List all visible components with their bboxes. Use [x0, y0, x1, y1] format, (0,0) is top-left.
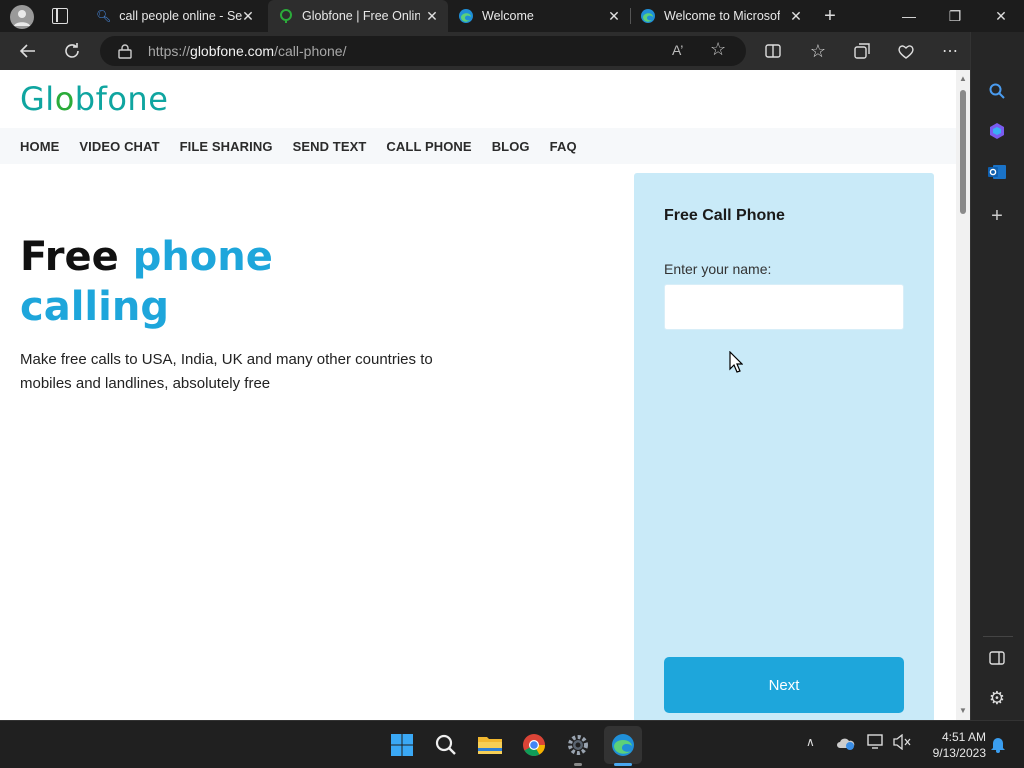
nav-blog[interactable]: BLOG	[492, 139, 530, 154]
hero-title: Free phone calling	[20, 232, 340, 332]
minimize-icon[interactable]: —	[886, 0, 932, 32]
logo-text: o	[54, 80, 75, 118]
restore-icon[interactable]: ❐	[932, 0, 978, 32]
system-clock[interactable]: 4:51 AM 9/13/2023	[916, 729, 986, 761]
tab-welcome[interactable]: Welcome ✕	[450, 0, 630, 32]
close-icon[interactable]: ✕	[788, 8, 804, 24]
search-icon: 🔍︎	[96, 9, 112, 23]
scrollbar-thumb[interactable]	[960, 90, 966, 214]
clock-time: 4:51 AM	[941, 730, 986, 744]
hero-title-blue: phone	[132, 234, 273, 280]
close-icon[interactable]: ✕	[240, 8, 256, 24]
settings-gear-icon[interactable]	[562, 729, 594, 761]
tab-divider	[630, 8, 631, 24]
main-nav: HOME VIDEO CHAT FILE SHARING SEND TEXT C…	[0, 128, 956, 164]
network-icon[interactable]	[867, 734, 885, 755]
tab-label: Welcome	[482, 9, 534, 23]
logo-text: bfone	[74, 80, 169, 118]
browser-essentials-icon[interactable]	[891, 36, 921, 66]
web-page: Globfone HOME VIDEO CHAT FILE SHARING SE…	[0, 70, 956, 720]
hide-sidebar-icon[interactable]	[983, 644, 1011, 672]
scroll-down-icon[interactable]: ▼	[959, 706, 967, 715]
scroll-up-icon[interactable]: ▲	[959, 74, 967, 83]
logo-text: Gl	[20, 80, 55, 118]
close-icon[interactable]: ✕	[424, 8, 440, 24]
onedrive-icon[interactable]	[836, 735, 856, 756]
sidebar-divider	[983, 636, 1013, 637]
search-icon[interactable]	[430, 729, 462, 761]
browser-toolbar: https://globfone.com/call-phone/ A’ ☆ ☆ …	[0, 32, 1024, 70]
edge-icon	[459, 9, 473, 23]
read-aloud-icon[interactable]: A’	[672, 42, 683, 58]
refresh-icon[interactable]	[57, 36, 87, 66]
window-close-icon[interactable]: ✕	[978, 0, 1024, 32]
chrome-icon[interactable]	[518, 729, 550, 761]
windows-taskbar: ∧ 4:51 AM 9/13/2023	[0, 720, 1024, 768]
notification-bell-icon[interactable]	[990, 735, 1006, 758]
edge-icon[interactable]	[604, 726, 642, 764]
close-icon[interactable]: ✕	[606, 8, 622, 24]
volume-muted-icon[interactable]	[893, 733, 911, 755]
page-scrollbar[interactable]: ▲ ▼	[956, 70, 970, 720]
browser-tab-bar: 🔍︎ call people online - Se ✕ Globfone | …	[0, 0, 1024, 34]
split-screen-icon[interactable]	[758, 36, 788, 66]
name-input[interactable]	[664, 284, 904, 330]
clock-date: 9/13/2023	[932, 746, 986, 760]
profile-avatar[interactable]	[10, 5, 34, 29]
hero-title-blue: calling	[20, 284, 169, 330]
edge-sidebar: + ⚙	[970, 32, 1024, 720]
more-options-icon[interactable]: ⋯	[935, 36, 965, 66]
tab-label: Welcome to Microsoft	[664, 9, 780, 23]
globfone-logo[interactable]: Globfone	[20, 80, 168, 118]
active-app-indicator	[614, 763, 632, 766]
nav-home[interactable]: HOME	[20, 139, 59, 154]
outlook-icon[interactable]	[983, 158, 1011, 186]
show-hidden-icons-chevron-up-icon[interactable]: ∧	[806, 735, 815, 749]
tab-label: Globfone | Free Online	[302, 9, 420, 23]
search-icon[interactable]	[983, 77, 1011, 105]
favorite-star-icon[interactable]: ☆	[710, 39, 726, 60]
lock-icon[interactable]	[118, 43, 132, 59]
favorites-icon[interactable]: ☆	[803, 36, 833, 66]
hero-description: Make free calls to USA, India, UK and ma…	[20, 351, 433, 392]
tab-search[interactable]: 🔍︎ call people online - Se ✕	[86, 0, 264, 32]
file-explorer-icon[interactable]	[474, 729, 506, 761]
nav-call-phone[interactable]: CALL PHONE	[386, 139, 471, 154]
url-text[interactable]: https://globfone.com/call-phone/	[148, 43, 346, 59]
tab-microsoft[interactable]: Welcome to Microsoft ✕	[632, 0, 812, 32]
windows-start-icon[interactable]	[386, 729, 418, 761]
collections-icon[interactable]	[847, 36, 877, 66]
nav-video-chat[interactable]: VIDEO CHAT	[79, 139, 159, 154]
tab-label: call people online - Se	[119, 9, 243, 23]
new-tab-icon[interactable]: +	[818, 4, 842, 28]
back-icon[interactable]	[13, 36, 43, 66]
address-bar[interactable]: https://globfone.com/call-phone/ A’ ☆	[100, 36, 746, 66]
edge-icon	[641, 9, 655, 23]
tab-actions-icon[interactable]	[52, 8, 68, 24]
settings-gear-icon[interactable]: ⚙	[983, 684, 1011, 712]
nav-faq[interactable]: FAQ	[550, 139, 577, 154]
globfone-favicon-icon	[280, 9, 292, 23]
hero-title-black: Free	[20, 234, 119, 280]
name-label: Enter your name:	[664, 261, 772, 277]
url-domain: globfone.com	[190, 43, 275, 59]
add-icon[interactable]: +	[983, 202, 1011, 230]
next-button[interactable]: Next	[664, 657, 904, 713]
nav-file-sharing[interactable]: FILE SHARING	[180, 139, 273, 154]
call-phone-panel: Free Call Phone Enter your name: Next	[634, 173, 934, 720]
copilot-icon[interactable]	[983, 117, 1011, 145]
url-prefix: https://	[148, 43, 191, 59]
nav-send-text[interactable]: SEND TEXT	[293, 139, 367, 154]
mouse-cursor-icon	[729, 351, 743, 373]
running-indicator	[574, 763, 582, 766]
tab-globfone[interactable]: Globfone | Free Online ✕	[268, 0, 448, 32]
panel-title: Free Call Phone	[664, 207, 785, 224]
url-path: /call-phone/	[274, 43, 347, 59]
